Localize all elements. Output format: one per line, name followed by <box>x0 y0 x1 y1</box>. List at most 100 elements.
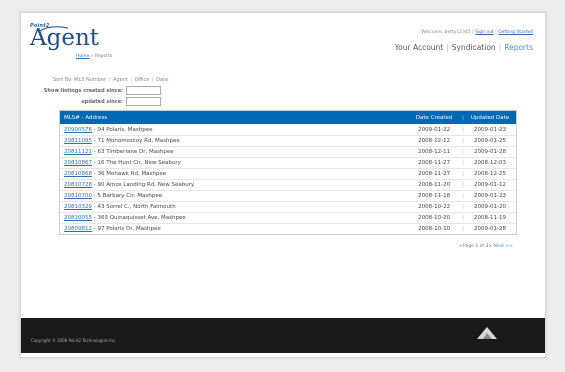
cell-date-created: 2008-11-18 <box>418 193 451 199</box>
pager-next-link[interactable]: Next >> <box>494 244 513 249</box>
cell-mls-address: 20810055 - 363 Quinaquisset Ave, Mashpee <box>60 215 406 221</box>
cell-date-created: 2008-12-11 <box>418 149 451 155</box>
sort-separator: | <box>151 77 154 83</box>
cell-date-updated: 2009-01-20 <box>474 204 506 210</box>
sign-out-link[interactable]: Sign out <box>475 30 494 35</box>
mls-link[interactable]: 20810868 <box>64 171 92 177</box>
sort-option-office[interactable]: Office <box>135 77 150 83</box>
cell-date-created: 2008-10-10 <box>418 226 451 232</box>
table-row: 20810868 - 36 Mohawk Rd, Mashpee 2008-11-… <box>60 168 516 179</box>
pager-prev: <Page <box>459 244 474 249</box>
table-row: 20810728 - 90 Amos Landing Rd, New Seabu… <box>60 179 516 190</box>
copyright-text: Copyright © 2008 Point2 Technologies Inc… <box>31 338 117 343</box>
address-text: 16 The Hunt Cir, New Seabury <box>97 160 181 166</box>
welcome-bar: Welcome, betty12345 | Sign out | Getting… <box>421 30 533 35</box>
cell-date-updated: 2009-01-28 <box>474 149 506 155</box>
sort-option-mls[interactable]: MLS Number <box>74 77 106 83</box>
column-header-created[interactable]: Date Created <box>406 115 462 121</box>
cell-date-created: 2008-12-12 <box>418 138 451 144</box>
cell-date-updated: 2009-01-23 <box>474 126 506 133</box>
created-since-row: Show listings created since: <box>21 86 161 95</box>
table-row: 20810700 - 5 Barbary Cir, Mashpee 2008-11… <box>60 190 516 201</box>
cell-date-updated: 2008-11-19 <box>474 215 506 221</box>
listings-table: MLS# - Address Date Created | Updated Da… <box>59 110 517 235</box>
breadcrumb-current: Reports <box>94 54 113 59</box>
table-row: 20809812 - 97 Polaris Dr, Mashpee 2008-10… <box>60 223 516 234</box>
mls-link[interactable]: 20810329 <box>64 204 92 210</box>
table-row: 20810867 - 16 The Hunt Cir, New Seabury 2… <box>60 157 516 168</box>
column-header-mls[interactable]: MLS# - Address <box>60 115 406 121</box>
table-header: MLS# - Address Date Created | Updated Da… <box>60 111 516 124</box>
page-container: Point2 Agent Home » Reports Welcome, bet… <box>20 12 546 358</box>
cell-mls-address: 20811121 - 63 Timberlane Dr, Mashpee <box>60 149 406 155</box>
mls-link[interactable]: 20900576 <box>64 127 92 133</box>
cell-date-created: 2008-11-27 <box>418 160 451 166</box>
welcome-separator: | <box>472 30 474 35</box>
nav-reports[interactable]: Reports <box>504 43 533 52</box>
sort-by-label: Sort By: <box>53 77 73 83</box>
mls-link[interactable]: 20810700 <box>64 193 92 199</box>
pager-info: 1 of 3> <box>475 244 493 249</box>
table-row: 20810329 - 43 Sorrel C., North Falmouth 2… <box>60 201 516 212</box>
welcome-text: Welcome, betty12345 <box>421 30 471 35</box>
cell-date-created: 2008-11-20 <box>418 182 451 188</box>
address-text: 97 Polaris Dr, Mashpee <box>97 226 161 232</box>
getting-started-link[interactable]: Getting Started <box>498 30 533 35</box>
cell-mls-address: 20810728 - 90 Amos Landing Rd, New Seabu… <box>60 182 406 188</box>
table-row: 20811095 - 71 Monomoscoy Rd, Mashpee 2008… <box>60 135 516 146</box>
agent-logo[interactable]: Point2 Agent <box>30 23 99 50</box>
table-row: 20811121 - 63 Timberlane Dr, Mashpee 2008… <box>60 146 516 157</box>
cell-mls-address: 20810329 - 43 Sorrel C., North Falmouth <box>60 204 406 210</box>
cell-mls-address: 20809812 - 97 Polaris Dr, Mashpee <box>60 226 406 232</box>
cell-date-updated: 2008-12-25 <box>474 171 506 177</box>
cell-date-created: 2008-10-22 <box>418 204 451 210</box>
address-text: 363 Quinaquisset Ave, Mashpee <box>97 215 186 221</box>
cell-mls-address: 20811095 - 71 Monomoscoy Rd, Mashpee <box>60 138 406 144</box>
updated-since-label: updated since: <box>81 98 123 105</box>
pagination: <Page 1 of 3> Next >> <box>59 244 513 249</box>
created-since-label: Show listings created since: <box>43 87 123 94</box>
updated-since-row: updated since: <box>21 97 161 106</box>
sort-separator: | <box>108 77 111 83</box>
mls-link[interactable]: 20809812 <box>64 226 92 232</box>
sort-by-bar: Sort By: MLS Number | Agent | Office | D… <box>53 77 168 83</box>
address-text: 71 Monomoscoy Rd, Mashpee <box>97 138 180 144</box>
column-header-updated[interactable]: Updated Date <box>464 115 516 121</box>
created-since-input[interactable] <box>126 86 161 95</box>
cell-date-updated: 2008-12-03 <box>474 160 506 166</box>
cell-date-created: 2008-10-20 <box>418 215 451 221</box>
nav-syndication[interactable]: Syndication <box>452 43 496 52</box>
mls-link[interactable]: 20811095 <box>64 138 92 144</box>
address-text: 5 Barbary Cir, Mashpee <box>97 193 163 199</box>
cell-mls-address: 20810700 - 5 Barbary Cir, Mashpee <box>60 193 406 199</box>
logo-swoosh-icon <box>38 26 68 33</box>
nav-separator: | <box>498 43 502 52</box>
cell-date-updated: 2009-01-23 <box>474 193 506 199</box>
breadcrumb-home-link[interactable]: Home <box>76 54 89 59</box>
address-text: 94 Polaris, Mashpee <box>97 126 153 133</box>
mls-link[interactable]: 20810055 <box>64 215 92 221</box>
point2-logo-icon <box>477 327 497 339</box>
address-text: 36 Mohawk Rd, Mashpee <box>97 171 167 177</box>
nav-your-account[interactable]: Your Account <box>395 43 444 52</box>
breadcrumb: Home » Reports <box>76 54 112 59</box>
mls-link[interactable]: 20810867 <box>64 160 92 166</box>
footer: Copyright © 2008 Point2 Technologies Inc… <box>21 318 545 353</box>
cell-date-updated: 2009-01-25 <box>474 138 506 144</box>
address-text: 90 Amos Landing Rd, New Seabury <box>97 182 195 188</box>
table-row: 20810055 - 363 Quinaquisset Ave, Mashpee… <box>60 212 516 223</box>
sort-separator: | <box>130 77 133 83</box>
table-body: 20900576 - 94 Polaris, Mashpee 2009-01-22… <box>60 124 516 234</box>
sort-option-agent[interactable]: Agent <box>113 77 128 83</box>
cell-mls-address: 20900576 - 94 Polaris, Mashpee <box>60 127 406 133</box>
mls-link[interactable]: 20810728 <box>64 182 92 188</box>
table-row: 20900576 - 94 Polaris, Mashpee 2009-01-22… <box>60 124 516 135</box>
top-navigation: Your Account | Syndication | Reports <box>395 43 533 52</box>
cell-date-created: 2009-01-22 <box>418 126 451 133</box>
sort-option-date[interactable]: Date <box>156 77 168 83</box>
cell-mls-address: 20810867 - 16 The Hunt Cir, New Seabury <box>60 160 406 166</box>
address-text: 63 Timberlane Dr, Mashpee <box>97 149 174 155</box>
updated-since-input[interactable] <box>126 97 161 106</box>
mls-link[interactable]: 20811121 <box>64 149 92 155</box>
nav-separator: | <box>446 43 449 52</box>
